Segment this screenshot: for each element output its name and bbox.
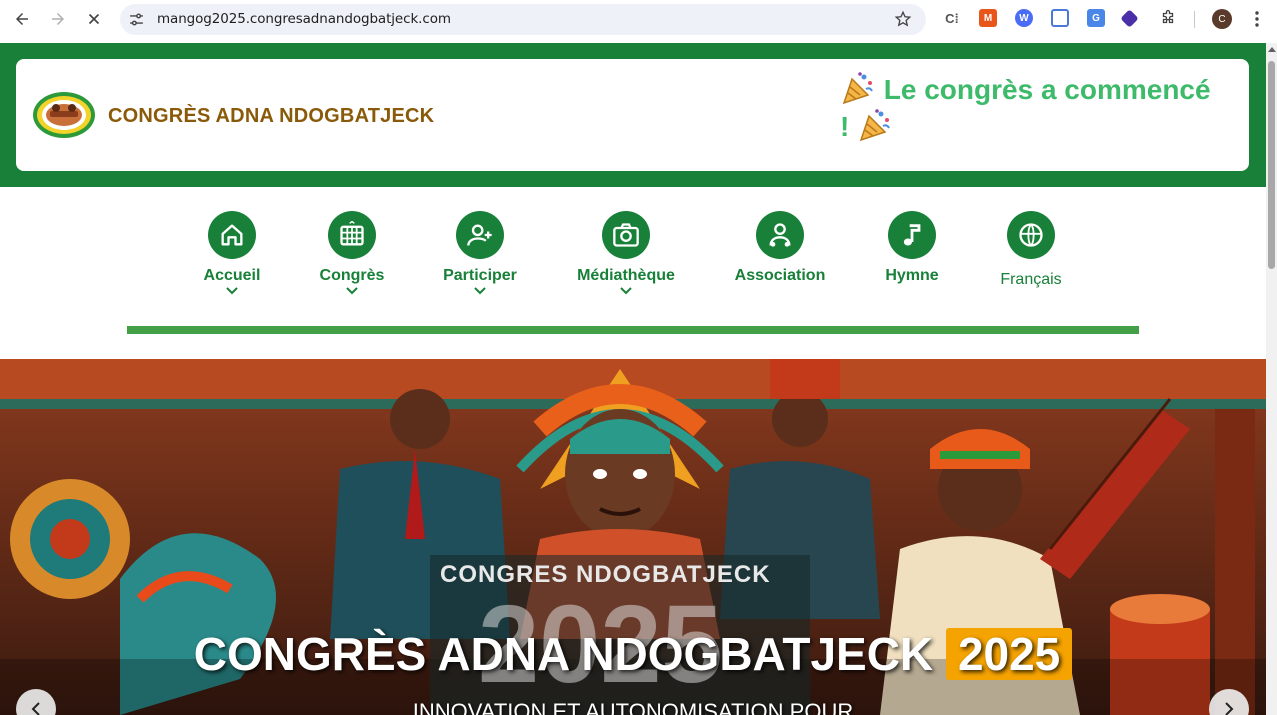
language-selector-label: Français: [1000, 271, 1062, 288]
arrow-right-icon: [52, 13, 64, 25]
nav-divider-bar: [127, 326, 1139, 334]
site-settings-icon[interactable]: [128, 11, 145, 28]
congress-started-announcement: Le congrès a commencé !: [840, 71, 1240, 145]
back-button[interactable]: [7, 4, 37, 34]
header-band: CONGRÈS ADNA NDOGBATJECK Le congrès a co…: [0, 43, 1266, 187]
user-add-icon: [467, 224, 492, 246]
nav-icon-circle: [208, 211, 256, 259]
nav-label-hymne: Hymne: [885, 267, 939, 284]
nav-item-congres[interactable]: Congrès: [312, 211, 392, 295]
hero-year-badge: 2025: [945, 628, 1073, 680]
chevron-left-icon: [31, 702, 40, 715]
home-icon: [221, 224, 243, 246]
chevron-right-icon: [1225, 702, 1234, 715]
announcement-line-2: !: [840, 111, 850, 142]
extension-diamond-icon[interactable]: [1120, 9, 1139, 28]
nav-label-mediatheque: Médiathèque: [577, 267, 675, 284]
close-icon: [88, 13, 100, 25]
address-bar[interactable]: mangog2025.congresadnandogbatjeck.com: [120, 4, 926, 35]
globe-icon: [1019, 223, 1043, 247]
nav-label-accueil: Accueil: [203, 267, 261, 284]
header-card: CONGRÈS ADNA NDOGBATJECK Le congrès a co…: [16, 59, 1249, 171]
browser-menu-icon[interactable]: [1250, 10, 1264, 28]
extension-phone-icon[interactable]: [1051, 9, 1069, 27]
extension-c-icon[interactable]: C⁞: [943, 9, 961, 27]
toolbar-divider: [1194, 11, 1195, 28]
nav-item-accueil[interactable]: Accueil: [192, 211, 272, 295]
abacus-icon: [340, 221, 364, 246]
nav-item-participer[interactable]: Participer: [430, 211, 530, 295]
party-popper-icon: [842, 72, 873, 105]
network-user-icon: [769, 223, 791, 247]
music-note-icon: [903, 224, 921, 246]
nav-icon-circle: [1007, 211, 1055, 259]
bookmark-star-icon[interactable]: [894, 10, 912, 28]
nav-item-association[interactable]: Association: [730, 211, 830, 285]
nav-label-association: Association: [734, 267, 826, 284]
nav-icon-circle: [756, 211, 804, 259]
announcement-line-1: Le congrès a commencé: [883, 74, 1211, 105]
stop-loading-button[interactable]: [79, 4, 109, 34]
nav-icon-circle: [328, 211, 376, 259]
brand-name[interactable]: CONGRÈS ADNA NDOGBATJECK: [108, 105, 434, 128]
hero-title: CONGRÈS ADNA NDOGBATJECK 2025: [0, 627, 1266, 681]
forward-button[interactable]: [43, 4, 73, 34]
chevron-down-icon[interactable]: [226, 287, 238, 295]
extension-w-icon[interactable]: W: [1015, 9, 1033, 27]
nav-label-congres: Congrès: [319, 267, 385, 284]
nav-item-language[interactable]: Français: [991, 211, 1071, 289]
page-scrollbar[interactable]: [1266, 43, 1277, 715]
party-popper-icon: [859, 109, 891, 142]
extension-translate-icon[interactable]: G: [1087, 9, 1105, 27]
nav-icon-circle: [888, 211, 936, 259]
nav-label-participer: Participer: [443, 267, 517, 284]
main-navigation: Accueil Congrès Participer Médiathèque A…: [0, 187, 1266, 359]
web-page: CONGRÈS ADNA NDOGBATJECK Le congrès a co…: [0, 43, 1266, 715]
nav-item-mediatheque[interactable]: Médiathèque: [566, 211, 686, 295]
browser-toolbar: mangog2025.congresadnandogbatjeck.com C⁞…: [0, 0, 1277, 43]
nav-icon-circle: [456, 211, 504, 259]
nav-item-hymne[interactable]: Hymne: [872, 211, 952, 285]
extension-m-icon[interactable]: M: [979, 9, 997, 27]
scroll-up-arrow[interactable]: [1268, 47, 1276, 52]
chevron-down-icon[interactable]: [346, 287, 358, 295]
chevron-down-icon[interactable]: [620, 287, 632, 295]
nav-icon-circle: [602, 211, 650, 259]
url-text: mangog2025.congresadnandogbatjeck.com: [157, 11, 451, 27]
arrow-left-icon: [16, 13, 28, 25]
scrollbar-thumb[interactable]: [1268, 61, 1275, 269]
chevron-down-icon[interactable]: [474, 287, 486, 295]
hero-carousel: CONGRES NDOGBATJECK 2025 CONGRÈS ADNA ND…: [0, 359, 1266, 715]
hero-subtitle: INNOVATION ET AUTONOMISATION POUR: [412, 699, 854, 715]
association-logo[interactable]: [32, 91, 96, 139]
camera-icon: [613, 223, 639, 247]
hero-title-text: CONGRÈS ADNA NDOGBATJECK: [193, 628, 934, 680]
extensions-puzzle-icon[interactable]: [1159, 9, 1177, 27]
profile-avatar[interactable]: C: [1212, 9, 1232, 29]
